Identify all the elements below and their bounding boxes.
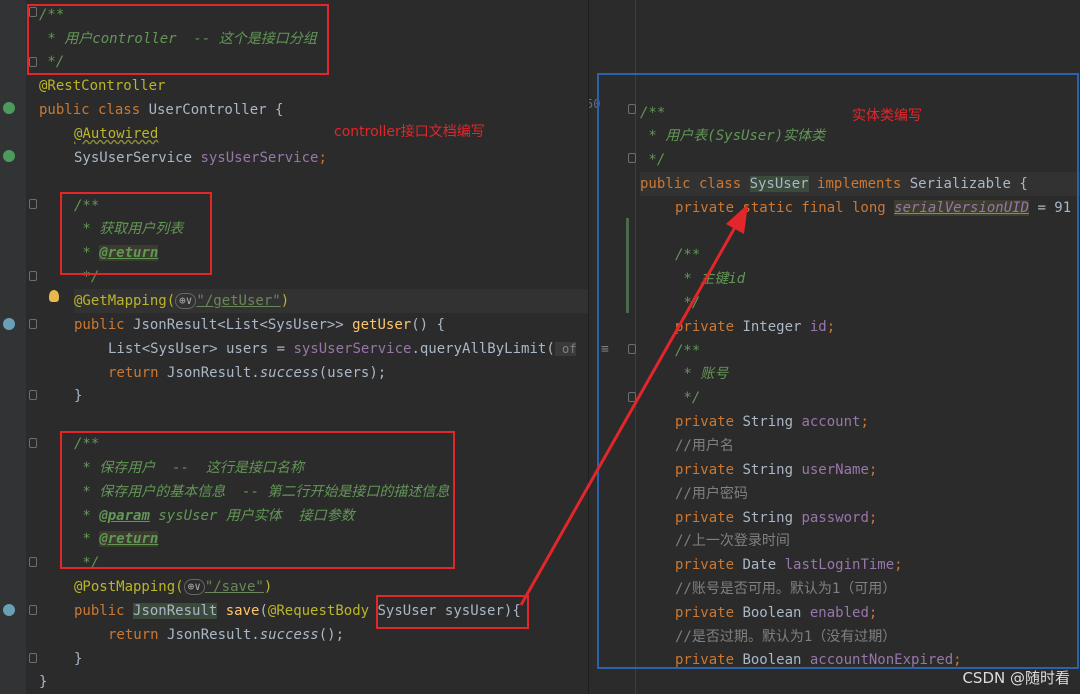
param-box xyxy=(376,595,529,629)
code-line: @Autowired xyxy=(74,126,159,142)
group-comment-box xyxy=(27,4,329,75)
code-line: } xyxy=(39,674,48,690)
code-line: return JsonResult.success(); xyxy=(108,627,345,643)
fold-icon[interactable] xyxy=(628,392,636,402)
code-line: //是否过期。默认为1（没有过期） xyxy=(675,629,897,645)
code-line: * 账号 xyxy=(675,366,729,382)
fold-icon[interactable] xyxy=(628,344,636,354)
left-editor-pane[interactable]: /** * 用户controller -- 这个是接口分组 */ @RestCo… xyxy=(0,0,589,694)
code-line: private static final long serialVersionU… xyxy=(675,200,1072,216)
breakpoint-marker xyxy=(626,218,629,313)
fold-icon[interactable] xyxy=(29,605,37,615)
controller-doc-note: controller接口文档编写 xyxy=(334,124,485,140)
right-editor-pane[interactable]: 50 ≡ /** * 用户表(SysUser)实体类 */ public cla… xyxy=(589,0,1080,694)
fold-icon[interactable] xyxy=(29,438,37,448)
code-line: private String userName; xyxy=(675,462,878,478)
endpoint-icon[interactable] xyxy=(3,604,15,616)
code-line: private Boolean accountNonExpired; xyxy=(675,652,962,668)
code-line: //用户名 xyxy=(675,438,734,454)
code-line: /** xyxy=(675,343,701,359)
code-line: private Boolean enabled; xyxy=(675,605,878,621)
code-line: public JsonResult<List<SysUser>> getUser… xyxy=(74,317,445,333)
code-line: @RestController xyxy=(39,78,166,94)
fold-icon[interactable] xyxy=(29,557,37,567)
code-line: } xyxy=(74,388,83,404)
code-line: */ xyxy=(675,295,701,311)
method-comment-box xyxy=(60,192,212,275)
code-line: /** xyxy=(640,105,666,121)
code-line-current: @GetMapping(⊕∨ "/getUser") xyxy=(74,289,589,313)
code-line: private Integer id; xyxy=(675,319,836,335)
code-line: } xyxy=(74,651,83,667)
code-line: //账号是否可用。默认为1（可用） xyxy=(675,581,897,597)
bean-injection-icon[interactable] xyxy=(3,150,15,162)
code-line: private Date lastLoginTime; xyxy=(675,557,903,573)
fold-icon[interactable] xyxy=(29,199,37,209)
fold-icon[interactable] xyxy=(628,153,636,163)
endpoint-chip-icon[interactable]: ⊕∨ xyxy=(175,293,197,309)
watermark: CSDN @随时看 xyxy=(962,669,1070,687)
code-line: //用户密码 xyxy=(675,486,748,502)
code-line-current: public class SysUser implements Serializ… xyxy=(640,172,1080,196)
list-icon[interactable]: ≡ xyxy=(601,338,609,362)
fold-icon[interactable] xyxy=(29,653,37,663)
code-line: * 用户表(SysUser)实体类 xyxy=(640,128,826,144)
code-line: List<SysUser> users = sysUserService.que… xyxy=(108,341,577,357)
save-comment-box xyxy=(60,431,455,569)
code-line: * 主键id xyxy=(675,271,746,287)
fold-icon[interactable] xyxy=(29,271,37,281)
entity-doc-note: 实体类编写 xyxy=(852,108,922,124)
bean-icon[interactable] xyxy=(3,102,15,114)
code-line: */ xyxy=(675,390,701,406)
endpoint-chip-icon[interactable]: ⊕∨ xyxy=(183,579,205,595)
fold-icon[interactable] xyxy=(29,390,37,400)
code-line: private String password; xyxy=(675,510,878,526)
code-line: /** xyxy=(675,247,701,263)
endpoint-icon[interactable] xyxy=(3,318,15,330)
fold-icon[interactable] xyxy=(628,104,636,114)
code-line: */ xyxy=(640,152,666,168)
lightbulb-icon[interactable] xyxy=(49,290,59,302)
stray-text: 50 xyxy=(589,97,601,111)
fold-icon[interactable] xyxy=(29,319,37,329)
code-line: @PostMapping(⊕∨ "/save") xyxy=(74,579,273,595)
code-line: private String account; xyxy=(675,414,869,430)
code-line: return JsonResult.success(users); xyxy=(108,365,387,381)
code-line: public class UserController { xyxy=(39,102,284,118)
code-line: //上一次登录时间 xyxy=(675,533,790,549)
code-line: SysUserService sysUserService; xyxy=(74,150,327,166)
